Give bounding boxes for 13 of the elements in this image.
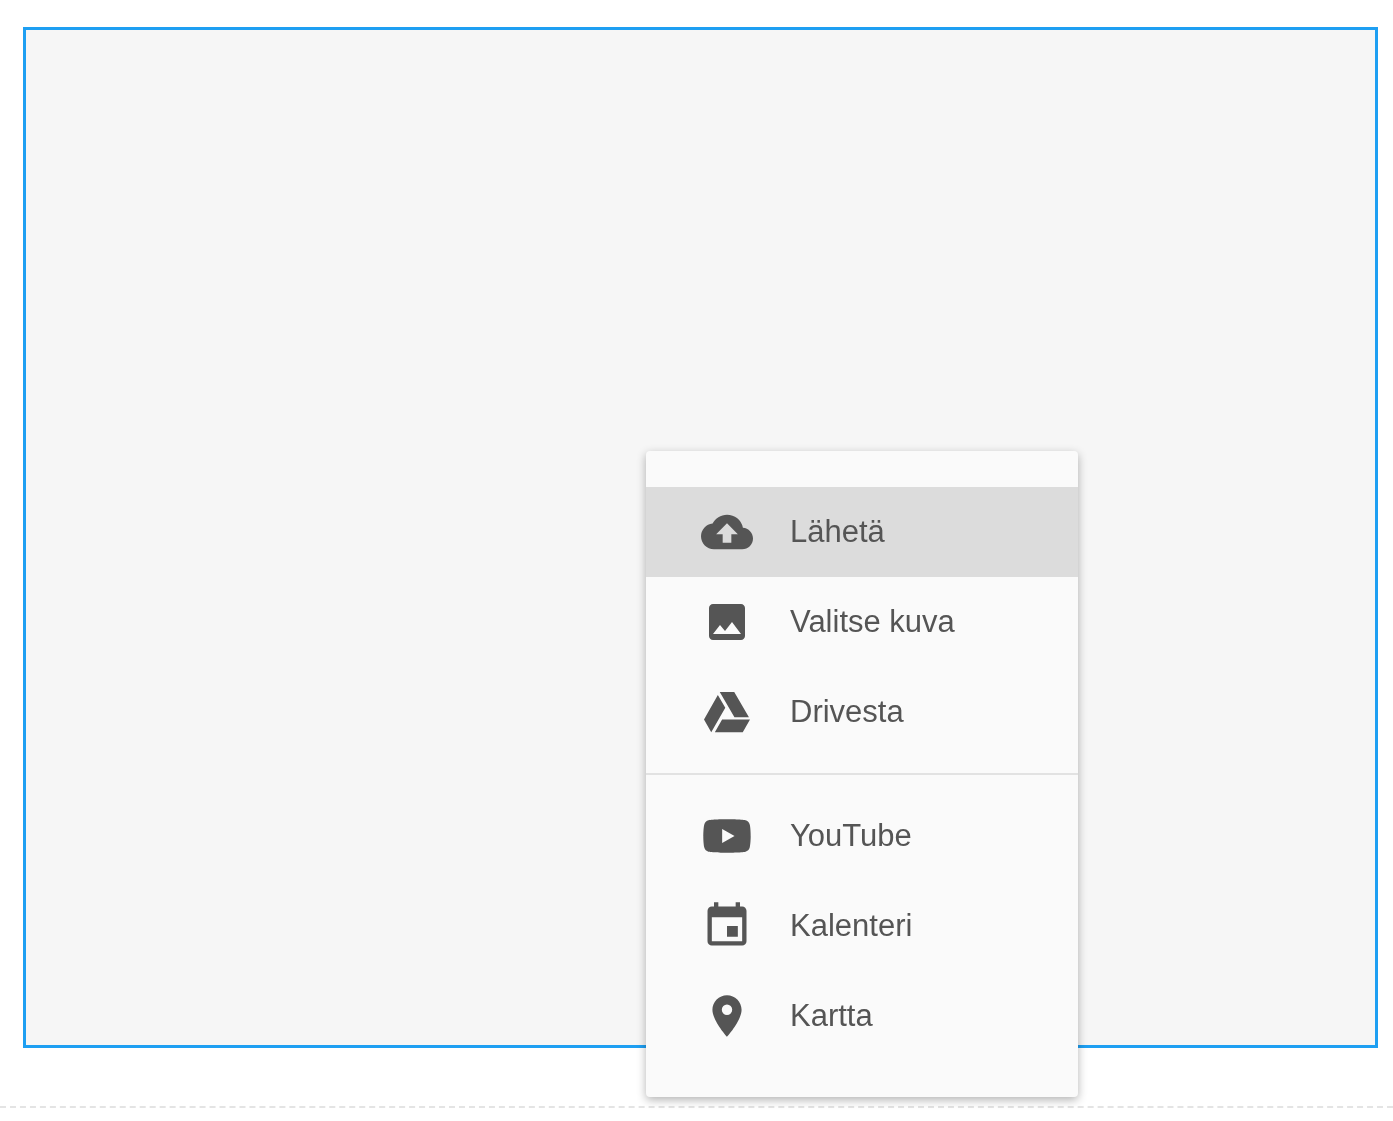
menu-item-label: Kalenteri: [790, 906, 913, 945]
menu-item[interactable]: Kartta: [646, 971, 1078, 1061]
menu-item[interactable]: Lähetä: [646, 487, 1078, 577]
menu-item[interactable]: YouTube: [646, 791, 1078, 881]
menu-item-label: Drivesta: [790, 692, 904, 731]
menu-item[interactable]: Kalenteri: [646, 881, 1078, 971]
menu-item-label: Lähetä: [790, 512, 885, 551]
menu-item[interactable]: Drivesta: [646, 667, 1078, 757]
menu-item[interactable]: Valitse kuva: [646, 577, 1078, 667]
triangle-logo-icon: [704, 689, 750, 735]
menu-item-label: YouTube: [790, 816, 912, 855]
menu-item-label: Valitse kuva: [790, 602, 955, 641]
menu-item-label: Kartta: [790, 996, 873, 1035]
